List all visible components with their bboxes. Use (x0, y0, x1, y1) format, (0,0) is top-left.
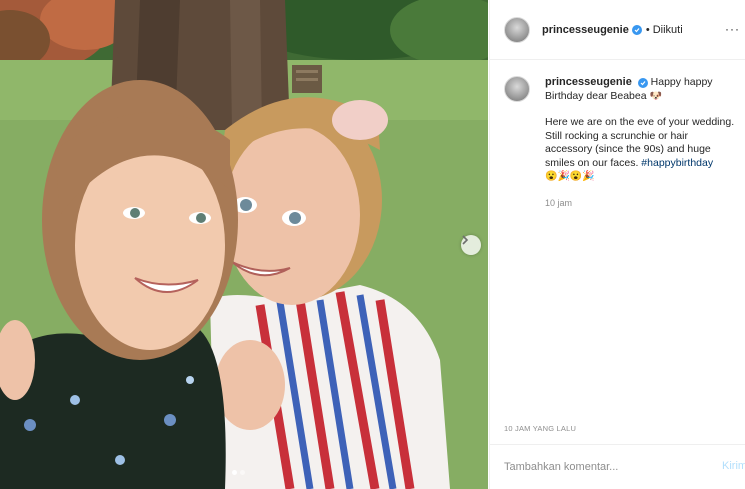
username-link[interactable]: princesseugenie (542, 24, 629, 36)
add-comment-bar: Kirim (490, 444, 745, 489)
comment-timestamp: 10 jam (545, 197, 573, 208)
verified-badge-icon (637, 78, 648, 88)
follow-button[interactable]: Diikuti (653, 24, 683, 36)
caption-username-link[interactable]: princesseugenie (545, 76, 632, 88)
carousel-indicator (232, 470, 245, 475)
post-comment-button[interactable]: Kirim (722, 460, 745, 472)
next-image-button[interactable] (461, 235, 481, 255)
post-header: princesseugenie • Diikuti ··· (490, 0, 745, 60)
carousel-dot-active (232, 470, 237, 475)
post-timestamp[interactable]: 10 JAM YANG LALU (504, 424, 576, 433)
chevron-right-icon (462, 235, 469, 245)
avatar[interactable] (504, 76, 530, 102)
post-side-panel: princesseugenie • Diikuti ··· princesseu… (489, 0, 745, 489)
caption-emoji: 🐶 (649, 90, 662, 102)
hashtag-link[interactable]: #happybirthday (641, 157, 713, 169)
more-options-icon[interactable]: ··· (725, 22, 740, 36)
hashtag-emojis: 😮🎉😮🎉 (545, 171, 595, 182)
photo-illustration (0, 0, 488, 489)
verified-badge-icon (631, 24, 642, 35)
post-photo (0, 0, 488, 489)
carousel-dot (240, 470, 245, 475)
caption-comment: princesseugenie Happy happy Birthday dea… (504, 76, 740, 210)
separator-dot: • (645, 23, 650, 36)
caption-body: princesseugenie Happy happy Birthday dea… (545, 76, 735, 210)
comment-input[interactable] (504, 461, 704, 473)
avatar[interactable] (504, 16, 530, 43)
